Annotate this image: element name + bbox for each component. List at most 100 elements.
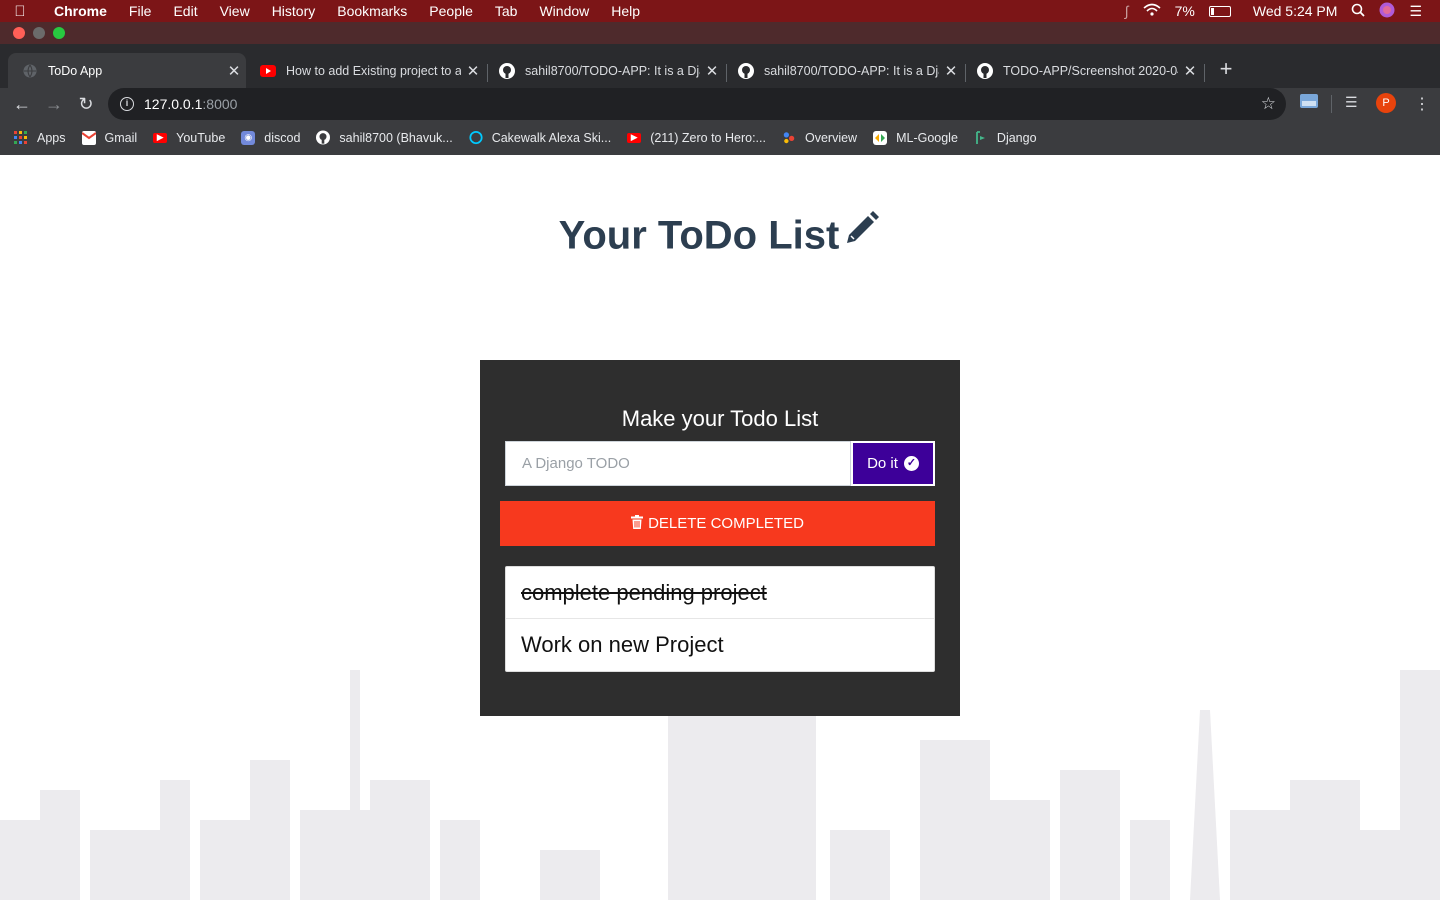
window-title-strip <box>0 22 1440 44</box>
youtube-icon: ▶ <box>627 132 642 143</box>
address-port: :8000 <box>202 96 238 112</box>
bookmark-overview[interactable]: Overview <box>782 131 857 145</box>
bookmark-label: discod <box>264 130 301 145</box>
page-title: Your ToDo List <box>0 211 1440 263</box>
todo-item-text: complete pending project <box>521 579 767 605</box>
clock[interactable]: Wed 5:24 PM <box>1253 3 1338 19</box>
wifi-icon[interactable] <box>1143 3 1161 20</box>
bookmark-gmail[interactable]: Gmail <box>81 130 138 145</box>
menu-view[interactable]: View <box>209 3 261 19</box>
menu-tab[interactable]: Tab <box>484 3 529 19</box>
bookmark-youtube-zero-to-hero[interactable]: ▶ (211) Zero to Hero:... <box>627 131 766 145</box>
colab-icon <box>873 130 888 145</box>
menu-edit[interactable]: Edit <box>162 3 208 19</box>
menu-file[interactable]: File <box>118 3 163 19</box>
django-icon <box>974 130 988 145</box>
bookmarks-bar: Apps Gmail ▶ YouTube ◉ discod sahil8700 … <box>0 120 1440 155</box>
delete-completed-label: DELETE COMPLETED <box>648 515 804 532</box>
browser-toolbar: ← → ↻ i 127.0.0.1 :8000 ☆ ☰ P ⋮ <box>0 88 1440 120</box>
maximize-window-icon[interactable] <box>53 27 65 39</box>
github-icon <box>499 62 515 79</box>
tab-title: sahil8700/TODO-APP: It is a Djan <box>525 63 700 78</box>
bookmark-github[interactable]: sahil8700 (Bhavuk... <box>316 130 453 145</box>
bookmark-label: Django <box>996 130 1037 145</box>
apple-menu-icon[interactable]:  <box>0 3 40 20</box>
bookmark-label: (211) Zero to Hero:... <box>650 130 766 145</box>
gmail-icon <box>81 130 96 145</box>
alexa-icon <box>469 130 483 145</box>
battery-icon[interactable] <box>1208 5 1231 17</box>
bookmark-django[interactable]: Django <box>974 131 1037 145</box>
github-icon <box>977 62 993 79</box>
tab-github-2[interactable]: sahil8700/TODO-APP: It is a Djan ✕ <box>724 53 963 88</box>
tab-title: ToDo App <box>48 63 103 78</box>
address-bar[interactable]: i 127.0.0.1 :8000 ☆ <box>108 88 1286 120</box>
todo-item[interactable]: Work on new Project <box>506 619 934 671</box>
todo-input[interactable] <box>505 441 851 486</box>
bookmark-discord[interactable]: ◉ discod <box>241 130 301 145</box>
menu-help[interactable]: Help <box>600 3 651 19</box>
profile-avatar[interactable]: P <box>1376 93 1396 113</box>
site-info-icon[interactable]: i <box>120 97 134 111</box>
tab-youtube[interactable]: How to add Existing project to a ✕ <box>246 53 485 88</box>
youtube-icon <box>260 63 276 79</box>
bookmark-ml-google[interactable]: ML-Google <box>873 130 958 145</box>
bookmark-youtube[interactable]: ▶ YouTube <box>153 131 225 145</box>
delete-completed-button[interactable]: DELETE COMPLETED <box>500 501 935 546</box>
tab-github-1[interactable]: sahil8700/TODO-APP: It is a Djan ✕ <box>485 53 724 88</box>
tab-title: sahil8700/TODO-APP: It is a Djan <box>764 63 939 78</box>
reload-icon[interactable]: ↻ <box>74 92 98 116</box>
do-it-label: Do it <box>867 455 898 472</box>
bookmark-apps[interactable]: Apps <box>14 130 66 145</box>
forward-arrow-icon[interactable]: → <box>42 92 66 116</box>
close-tab-icon[interactable]: ✕ <box>939 62 963 80</box>
menu-app-name[interactable]: Chrome <box>40 3 118 19</box>
close-tab-icon[interactable]: ✕ <box>222 62 246 80</box>
close-tab-icon[interactable]: ✕ <box>1178 62 1202 80</box>
menu-people[interactable]: People <box>418 3 484 19</box>
github-icon <box>316 130 331 145</box>
github-icon <box>738 62 754 79</box>
back-arrow-icon[interactable]: ← <box>10 92 34 116</box>
globe-icon <box>22 63 38 79</box>
macos-menu-bar:  Chrome File Edit View History Bookmark… <box>0 0 1440 22</box>
todo-item-completed[interactable]: complete pending project <box>506 567 934 619</box>
youtube-icon: ▶ <box>153 132 168 143</box>
bookmark-label: Gmail <box>104 130 138 145</box>
todo-item-text: Work on new Project <box>521 632 724 657</box>
extension-icon[interactable] <box>1300 94 1318 114</box>
close-tab-icon[interactable]: ✕ <box>700 62 724 80</box>
media-queue-icon[interactable]: ☰ <box>1345 94 1358 114</box>
tab-title: TODO-APP/Screenshot 2020-04 <box>1003 63 1178 78</box>
menu-bookmarks[interactable]: Bookmarks <box>326 3 418 19</box>
close-window-icon[interactable] <box>13 27 25 39</box>
spotlight-search-icon[interactable] <box>1351 3 1366 20</box>
bookmark-star-icon[interactable]: ☆ <box>1261 94 1276 114</box>
bluetooth-icon[interactable]: ∫ <box>1125 3 1129 19</box>
card-title: Make your Todo List <box>621 406 819 431</box>
menu-window[interactable]: Window <box>528 3 600 19</box>
tab-github-3[interactable]: TODO-APP/Screenshot 2020-04 ✕ <box>963 53 1202 88</box>
bookmark-alexa[interactable]: Cakewalk Alexa Ski... <box>469 130 611 145</box>
notification-center-icon[interactable]: ☰ <box>1409 3 1422 20</box>
chrome-menu-icon[interactable]: ⋮ <box>1414 94 1430 114</box>
discord-icon: ◉ <box>241 130 256 145</box>
toolbar-divider <box>1331 95 1332 113</box>
bookmark-label: Overview <box>804 130 858 145</box>
apps-grid-icon <box>14 130 28 145</box>
pencil-icon <box>841 209 881 259</box>
tab-todo-app[interactable]: ToDo App ✕ <box>8 53 246 88</box>
bookmark-label: sahil8700 (Bhavuk... <box>339 130 453 145</box>
close-tab-icon[interactable]: ✕ <box>461 62 485 80</box>
menu-history[interactable]: History <box>261 3 327 19</box>
battery-percent: 7% <box>1174 3 1195 19</box>
new-tab-button[interactable]: + <box>1212 56 1240 84</box>
google-cloud-icon <box>782 131 796 145</box>
add-todo-form: Do it ✓ <box>505 441 935 486</box>
siri-icon[interactable] <box>1379 2 1395 21</box>
do-it-button[interactable]: Do it ✓ <box>851 441 935 486</box>
minimize-window-icon[interactable] <box>33 27 45 39</box>
check-circle-icon: ✓ <box>903 456 919 471</box>
address-host: 127.0.0.1 <box>144 96 203 112</box>
trash-icon <box>631 514 644 533</box>
